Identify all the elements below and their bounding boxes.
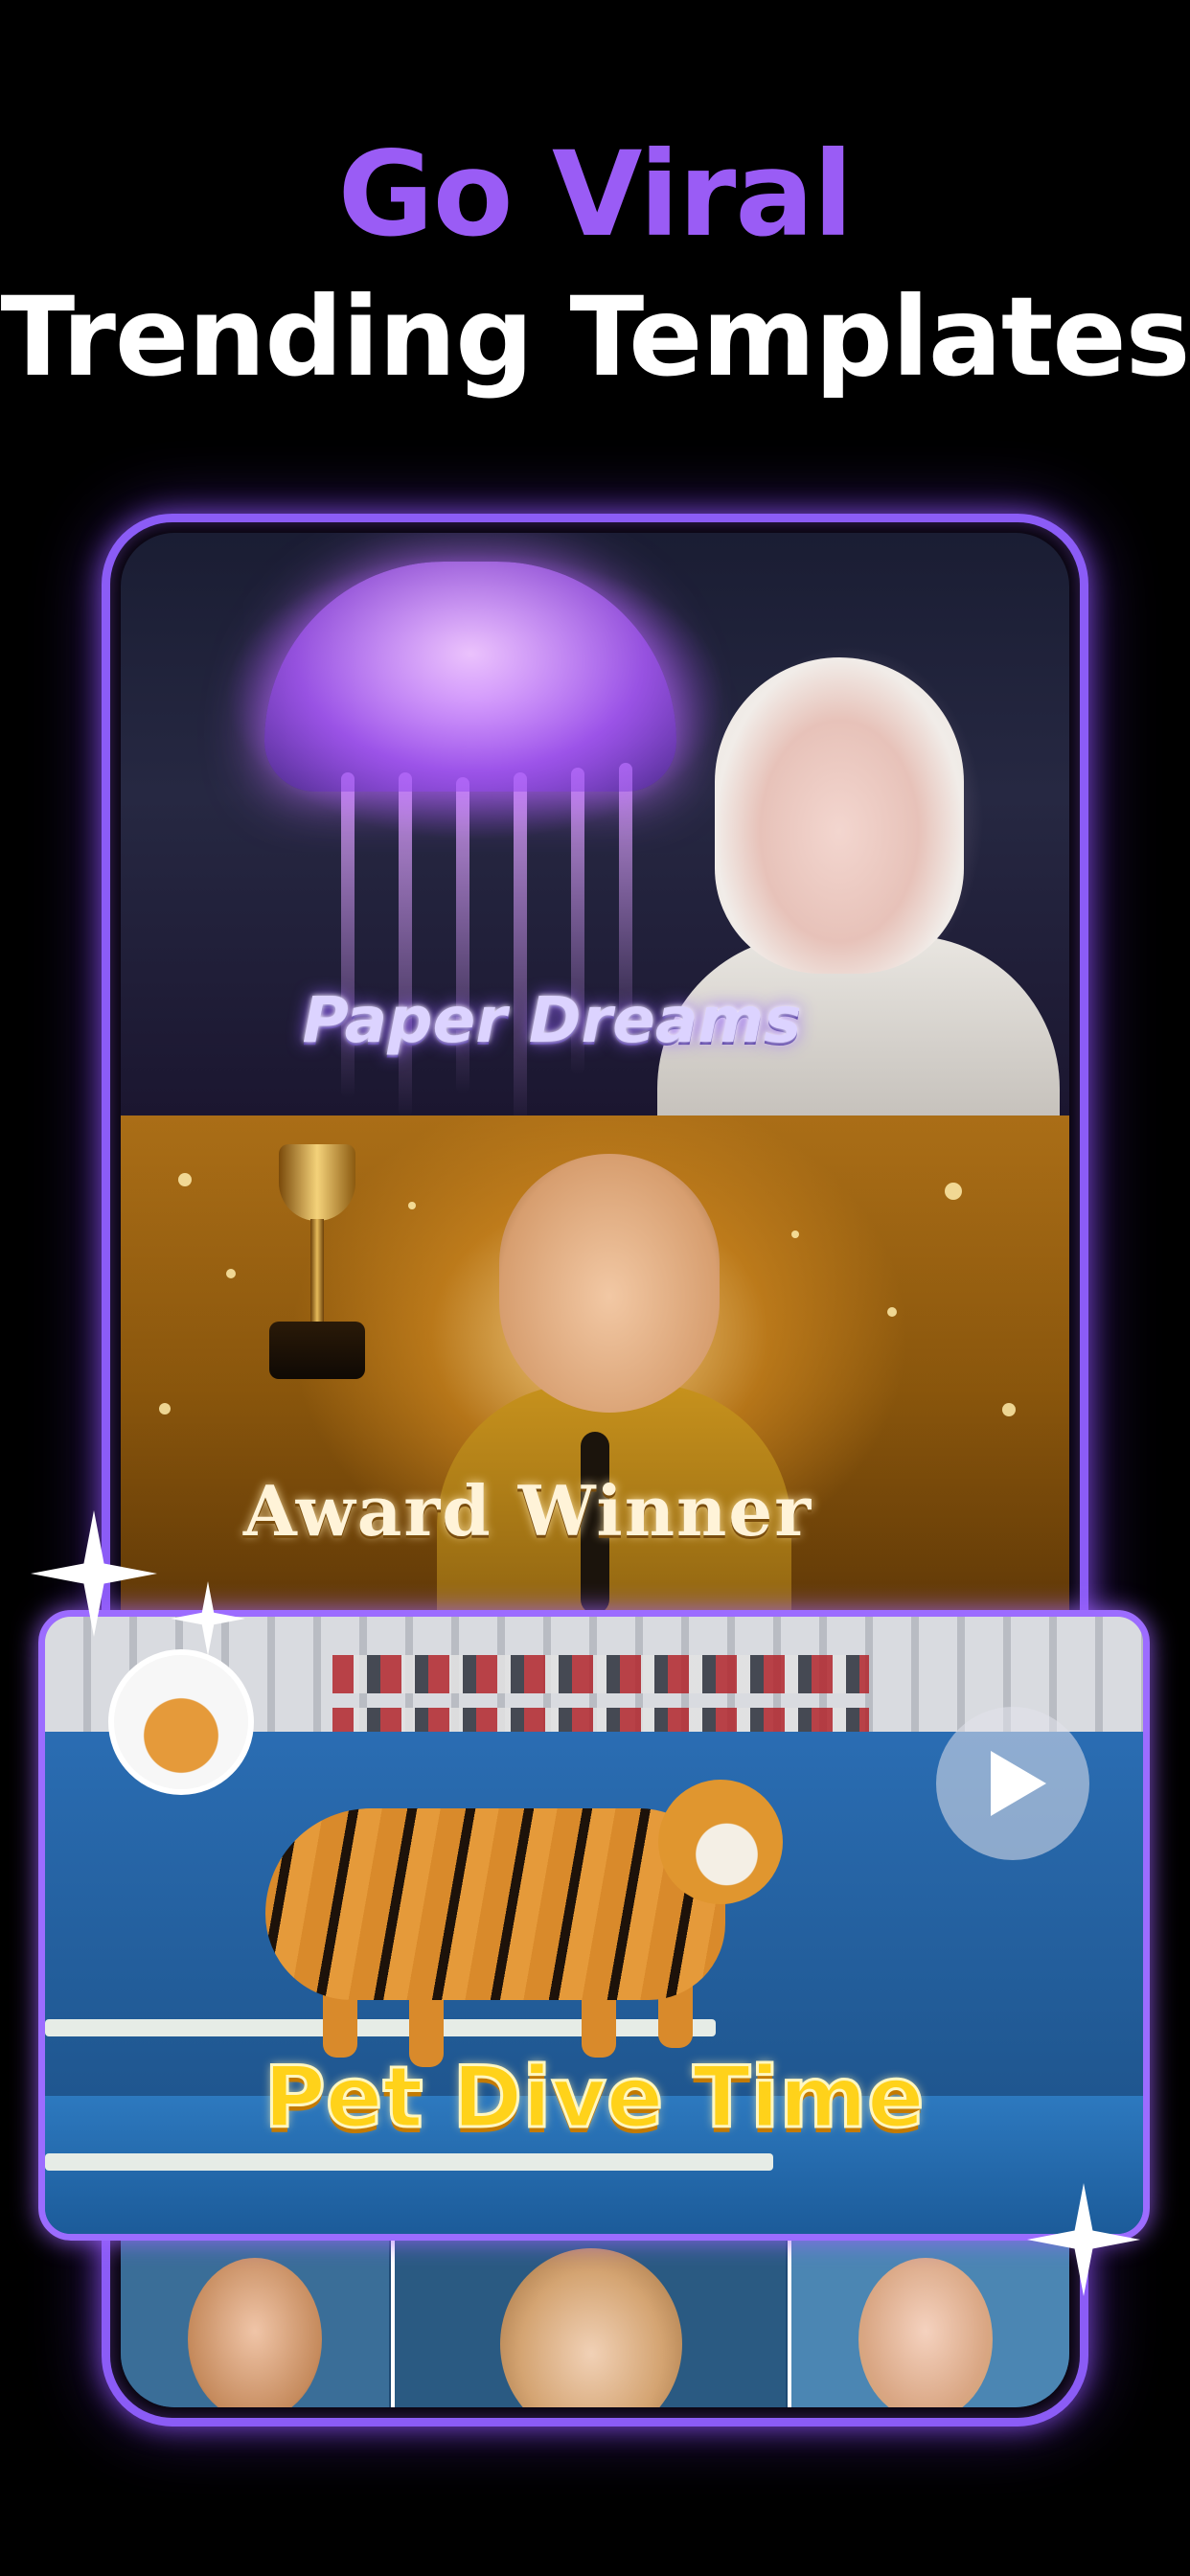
portrait-panel xyxy=(395,2239,786,2407)
portrait-face-image xyxy=(188,2258,322,2407)
portrait-panel xyxy=(791,2239,1069,2407)
glitter xyxy=(178,1173,192,1186)
portrait-face-image xyxy=(500,2248,682,2407)
play-icon xyxy=(991,1751,1046,1816)
featured-template-card-pet-dive-time[interactable]: Pet Dive Time xyxy=(38,1610,1150,2241)
glitter xyxy=(945,1183,962,1200)
template-card-award-winner[interactable]: Award Winner xyxy=(121,1116,1069,1614)
diving-board xyxy=(45,2153,773,2171)
template-title-paper-dreams: Paper Dreams xyxy=(302,983,802,1057)
tiger-image xyxy=(265,1808,725,2000)
glitter xyxy=(159,1403,171,1414)
glitter xyxy=(887,1307,897,1317)
source-photo-thumbnail[interactable] xyxy=(108,1649,254,1795)
template-card-paper-dreams[interactable]: Paper Dreams xyxy=(121,533,1069,1116)
template-title-award-winner: Award Winner xyxy=(242,1470,813,1552)
jellyfish-image xyxy=(264,562,676,792)
glitter xyxy=(1002,1403,1016,1416)
trophy-icon xyxy=(255,1144,379,1384)
tiger-head-image xyxy=(658,1780,783,1904)
glitter xyxy=(408,1202,416,1209)
jellyfish-tentacle xyxy=(514,772,527,1116)
portrait-face-image xyxy=(858,2258,993,2407)
person-face-image xyxy=(499,1154,720,1413)
template-title-pet-dive-time: Pet Dive Time xyxy=(263,2047,926,2149)
template-card-portrait-strip[interactable] xyxy=(121,2239,1069,2407)
portrait-panel xyxy=(121,2239,389,2407)
person-face-image xyxy=(715,657,964,974)
crowd xyxy=(332,1655,869,1693)
headline-main: Trending Templates xyxy=(0,273,1190,401)
play-button[interactable] xyxy=(936,1707,1089,1860)
glitter xyxy=(226,1269,236,1278)
glitter xyxy=(791,1230,799,1238)
jellyfish-tentacle xyxy=(399,772,412,1116)
headline-accent: Go Viral xyxy=(337,126,854,263)
